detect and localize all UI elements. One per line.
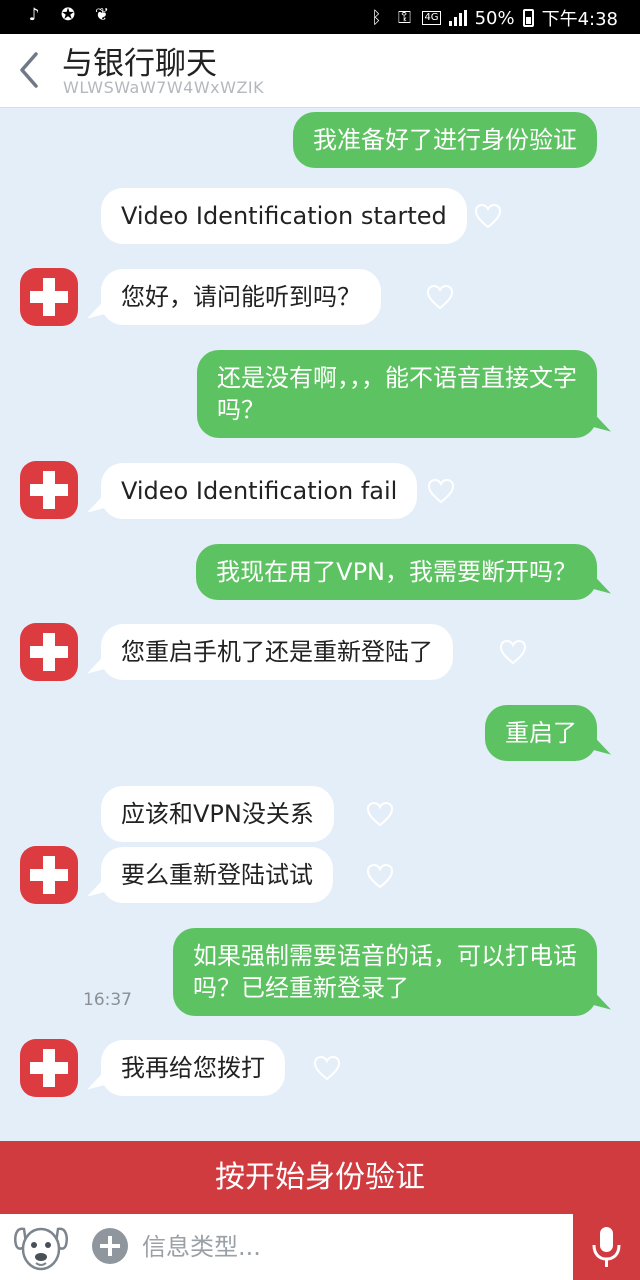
status-bar: ♪ ✪ ❦ ᛒ ⚿ 4G 50% 下午4:38 bbox=[0, 0, 640, 34]
message-text: 重启了 bbox=[505, 719, 577, 747]
swiss-cross-avatar-icon[interactable] bbox=[20, 846, 78, 904]
swiss-cross-avatar-icon[interactable] bbox=[20, 268, 78, 326]
leaf-notification-icon: ❦ bbox=[94, 5, 110, 25]
start-identification-button[interactable]: 按开始身份验证 bbox=[0, 1141, 640, 1214]
message-text: 要么重新登陆试试 bbox=[121, 861, 313, 889]
message-text: 我现在用了VPN，我需要断开吗？ bbox=[216, 558, 577, 586]
heart-icon[interactable] bbox=[366, 801, 394, 827]
message-text: Video Identification started bbox=[121, 202, 447, 230]
heart-icon[interactable] bbox=[366, 863, 394, 889]
message-timestamp: 16:37 bbox=[83, 990, 132, 1010]
message-bubble-incoming[interactable]: 要么重新登陆试试 bbox=[101, 847, 333, 903]
message-text: 我再给您拨打 bbox=[121, 1054, 265, 1082]
plus-icon[interactable] bbox=[92, 1228, 128, 1264]
swiss-cross-avatar-icon[interactable] bbox=[20, 1039, 78, 1097]
swiss-cross-avatar-icon[interactable] bbox=[20, 461, 78, 519]
signal-icon bbox=[448, 10, 467, 26]
message-text: 我准备好了进行身份验证 bbox=[313, 126, 577, 154]
message-bubble-outgoing[interactable]: 如果强制需要语音的话，可以打电话 吗？已经重新登录了 bbox=[173, 928, 597, 1016]
message-text: Video Identification fail bbox=[121, 477, 398, 505]
chat-header: 与银行聊天 WLWSWaW7W4WxWZIK bbox=[0, 34, 640, 108]
swiss-cross-avatar-icon[interactable] bbox=[20, 623, 78, 681]
message-bubble-incoming[interactable]: Video Identification fail bbox=[101, 463, 418, 519]
heart-icon[interactable] bbox=[427, 478, 455, 504]
heart-icon[interactable] bbox=[499, 639, 527, 665]
network-type: 4G bbox=[422, 11, 441, 25]
bluetooth-icon: ᛒ bbox=[371, 8, 382, 28]
message-bubble-incoming[interactable]: Video Identification started bbox=[101, 188, 467, 244]
dog-avatar-icon[interactable] bbox=[12, 1219, 70, 1275]
message-bubble-outgoing[interactable]: 我准备好了进行身份验证 bbox=[293, 112, 597, 168]
heart-icon[interactable] bbox=[474, 203, 502, 229]
clock: 下午4:38 bbox=[541, 9, 618, 30]
message-text-line: 还是没有啊，，，能不语音直接文字 bbox=[217, 364, 577, 392]
message-text-line: 吗？ bbox=[217, 396, 265, 424]
chat-subtitle: WLWSWaW7W4WxWZIK bbox=[63, 78, 265, 97]
message-bubble-outgoing[interactable]: 重启了 bbox=[485, 705, 597, 761]
message-list[interactable]: 我准备好了进行身份验证 Video Identification started… bbox=[0, 108, 640, 1141]
message-bubble-incoming[interactable]: 我再给您拨打 bbox=[101, 1040, 285, 1096]
message-text-line: 吗？已经重新登录了 bbox=[193, 974, 409, 1002]
message-bubble-incoming[interactable]: 您好，请问能听到吗？ bbox=[101, 269, 381, 325]
heart-icon[interactable] bbox=[426, 284, 454, 310]
back-chevron-icon[interactable] bbox=[14, 48, 48, 92]
microphone-icon[interactable] bbox=[573, 1214, 640, 1280]
message-bubble-outgoing[interactable]: 我现在用了VPN，我需要断开吗？ bbox=[196, 544, 597, 600]
message-input[interactable] bbox=[142, 1226, 562, 1268]
message-bubble-incoming[interactable]: 应该和VPN没关系 bbox=[101, 786, 334, 842]
star-notification-icon: ✪ bbox=[60, 5, 76, 25]
battery-icon bbox=[522, 9, 534, 27]
key-icon: ⚿ bbox=[397, 8, 411, 28]
message-text: 您好，请问能听到吗？ bbox=[121, 283, 361, 311]
message-text-line: 如果强制需要语音的话，可以打电话 bbox=[193, 942, 577, 970]
message-text: 您重启手机了还是重新登陆了 bbox=[121, 638, 433, 666]
music-notification-icon: ♪ bbox=[28, 5, 40, 25]
message-bubble-outgoing[interactable]: 还是没有啊，，，能不语音直接文字 吗？ bbox=[197, 350, 597, 438]
battery-percent: 50% bbox=[474, 7, 515, 29]
message-input-bar bbox=[0, 1214, 640, 1280]
heart-icon[interactable] bbox=[313, 1055, 341, 1081]
message-text: 应该和VPN没关系 bbox=[121, 800, 314, 828]
message-bubble-incoming[interactable]: 您重启手机了还是重新登陆了 bbox=[101, 624, 453, 680]
chat-title: 与银行聊天 bbox=[62, 46, 217, 82]
